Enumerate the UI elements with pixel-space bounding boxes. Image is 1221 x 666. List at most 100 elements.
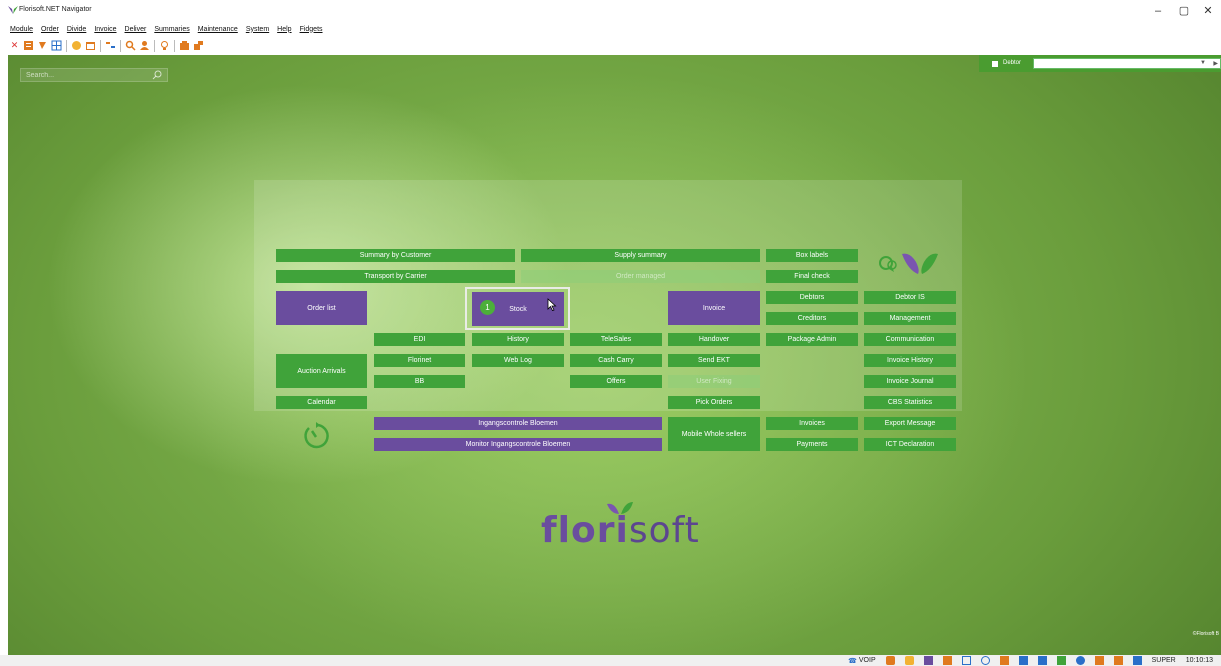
creditors-button[interactable]: Creditors bbox=[766, 312, 858, 325]
voip-label: VOIP bbox=[858, 657, 876, 664]
divide-icon[interactable] bbox=[37, 40, 48, 51]
minimize-button[interactable]: – bbox=[1148, 4, 1168, 18]
search-icon[interactable] bbox=[152, 70, 162, 80]
debtor-combobox[interactable]: ▼ ▶ bbox=[1033, 58, 1221, 69]
send-ekt-button[interactable]: Send EKT bbox=[668, 354, 760, 367]
export-message-button[interactable]: Export Message bbox=[864, 417, 956, 430]
payments-button[interactable]: Payments bbox=[766, 438, 858, 451]
clock: 10:10:13 bbox=[1185, 657, 1213, 664]
telesales-button[interactable]: TeleSales bbox=[570, 333, 662, 346]
florinet-button[interactable]: Florinet bbox=[374, 354, 465, 367]
chevron-down-icon[interactable]: ▼ bbox=[1200, 60, 1206, 66]
menu-module[interactable]: Module bbox=[10, 26, 33, 33]
mouse-cursor-icon bbox=[547, 298, 557, 311]
lightbulb-icon[interactable] bbox=[159, 40, 170, 51]
search-icon[interactable] bbox=[125, 40, 136, 51]
chevron-right-icon[interactable]: ▶ bbox=[1213, 60, 1218, 67]
debtor-is-button[interactable]: Debtor IS bbox=[864, 291, 956, 304]
handover-button[interactable]: Handover bbox=[668, 333, 760, 346]
graph-status-icon[interactable] bbox=[1056, 656, 1066, 665]
monitor-ingangscontrole-bloemen-button[interactable]: Monitor Ingangscontrole Bloemen bbox=[374, 438, 662, 451]
box-icon[interactable] bbox=[179, 40, 190, 51]
title-bar: Florisoft.NET Navigator – ▢ ✕ bbox=[0, 0, 1221, 22]
user-status-icon[interactable] bbox=[885, 656, 895, 665]
florisoft-brand-logo: florisoft bbox=[541, 500, 701, 555]
menu-system[interactable]: System bbox=[246, 26, 269, 33]
florisoft-leaf-logo bbox=[902, 253, 938, 274]
timer-icon[interactable] bbox=[301, 420, 331, 452]
history-button[interactable]: History bbox=[472, 333, 564, 346]
current-user: SUPER bbox=[1151, 657, 1176, 664]
debtor-label: Debtor bbox=[1003, 60, 1022, 66]
offers-button[interactable]: Offers bbox=[570, 375, 662, 388]
search-input[interactable] bbox=[21, 69, 146, 81]
maximize-button[interactable]: ▢ bbox=[1174, 4, 1194, 18]
phone-icon: ☎ bbox=[848, 657, 857, 665]
user-fixing-button: User Fixing bbox=[668, 375, 760, 388]
menu-invoice[interactable]: Invoice bbox=[94, 26, 116, 33]
sort-status-icon[interactable] bbox=[1094, 656, 1104, 665]
copyright-text: ©Florisoft B bbox=[1192, 631, 1219, 637]
menu-fidgets[interactable]: Fidgets bbox=[300, 26, 323, 33]
bb-button[interactable]: BB bbox=[374, 375, 465, 388]
order-icon[interactable] bbox=[23, 40, 34, 51]
invoices-button[interactable]: Invoices bbox=[766, 417, 858, 430]
ingangscontrole-bloemen-button[interactable]: Ingangscontrole Bloemen bbox=[374, 417, 662, 430]
order-list-button[interactable]: Order list bbox=[276, 291, 367, 325]
summary-by-customer-button[interactable]: Summary by Customer bbox=[276, 249, 515, 262]
grid-status-icon[interactable] bbox=[961, 656, 971, 665]
globe-status-icon[interactable] bbox=[1075, 656, 1085, 665]
chart-status-icon[interactable] bbox=[1018, 656, 1028, 665]
users-status-icon[interactable] bbox=[904, 656, 914, 665]
web-log-button[interactable]: Web Log bbox=[472, 354, 564, 367]
list-status-icon[interactable] bbox=[1132, 656, 1142, 665]
calendar-icon[interactable] bbox=[85, 40, 96, 51]
user-icon[interactable] bbox=[139, 40, 150, 51]
edi-button[interactable]: EDI bbox=[374, 333, 465, 346]
photo-status-icon[interactable] bbox=[999, 656, 1009, 665]
voip-status[interactable]: ☎ VOIP bbox=[848, 657, 875, 665]
menu-bar: Module Order Divide Invoice Deliver Summ… bbox=[0, 22, 1221, 36]
supply-summary-button[interactable]: Supply summary bbox=[521, 249, 760, 262]
florisoft-status-icon[interactable] bbox=[923, 656, 933, 665]
menu-divide[interactable]: Divide bbox=[67, 26, 86, 33]
close-button[interactable]: ✕ bbox=[1198, 4, 1218, 18]
communication-button[interactable]: Communication bbox=[864, 333, 956, 346]
invoice-icon[interactable] bbox=[71, 40, 82, 51]
invoice-button[interactable]: Invoice bbox=[668, 291, 760, 325]
cash-carry-button[interactable]: Cash Carry bbox=[570, 354, 662, 367]
close-module-icon[interactable]: ✕ bbox=[9, 40, 20, 51]
monitor-status-icon[interactable] bbox=[1037, 656, 1047, 665]
debtors-button[interactable]: Debtors bbox=[766, 291, 858, 304]
menu-summaries[interactable]: Summaries bbox=[154, 26, 189, 33]
mail-status-icon[interactable] bbox=[1113, 656, 1123, 665]
menu-maintenance[interactable]: Maintenance bbox=[198, 26, 238, 33]
pick-orders-button[interactable]: Pick Orders bbox=[668, 396, 760, 409]
search-status-icon[interactable] bbox=[980, 656, 990, 665]
package-admin-button[interactable]: Package Admin bbox=[766, 333, 858, 346]
invoice-journal-button[interactable]: Invoice Journal bbox=[864, 375, 956, 388]
chat-icon[interactable] bbox=[878, 255, 900, 273]
final-check-button[interactable]: Final check bbox=[766, 270, 858, 283]
menu-deliver[interactable]: Deliver bbox=[125, 26, 147, 33]
menu-order[interactable]: Order bbox=[41, 26, 59, 33]
debtor-checkbox[interactable] bbox=[992, 61, 998, 67]
mobile-whole-sellers-button[interactable]: Mobile Whole sellers bbox=[668, 417, 760, 451]
transport-by-carrier-button[interactable]: Transport by Carrier bbox=[276, 270, 515, 283]
ict-declaration-button[interactable]: ICT Declaration bbox=[864, 438, 956, 451]
auction-arrivals-button[interactable]: Auction Arrivals bbox=[276, 354, 367, 388]
stock-label: Stock bbox=[509, 305, 527, 313]
debtor-selector: Debtor ▼ ▶ bbox=[979, 55, 1221, 72]
invoice-history-button[interactable]: Invoice History bbox=[864, 354, 956, 367]
grid-icon[interactable] bbox=[51, 40, 62, 51]
window-title: Florisoft.NET Navigator bbox=[19, 6, 92, 13]
order-status-icon[interactable] bbox=[942, 656, 952, 665]
cbs-statistics-button[interactable]: CBS Statistics bbox=[864, 396, 956, 409]
calendar-button[interactable]: Calendar bbox=[276, 396, 367, 409]
transfer-icon[interactable] bbox=[193, 40, 204, 51]
brand-wordmark: florisoft bbox=[541, 510, 700, 551]
box-labels-button[interactable]: Box labels bbox=[766, 249, 858, 262]
menu-help[interactable]: Help bbox=[277, 26, 291, 33]
management-button[interactable]: Management bbox=[864, 312, 956, 325]
sort-icon[interactable] bbox=[105, 40, 116, 51]
